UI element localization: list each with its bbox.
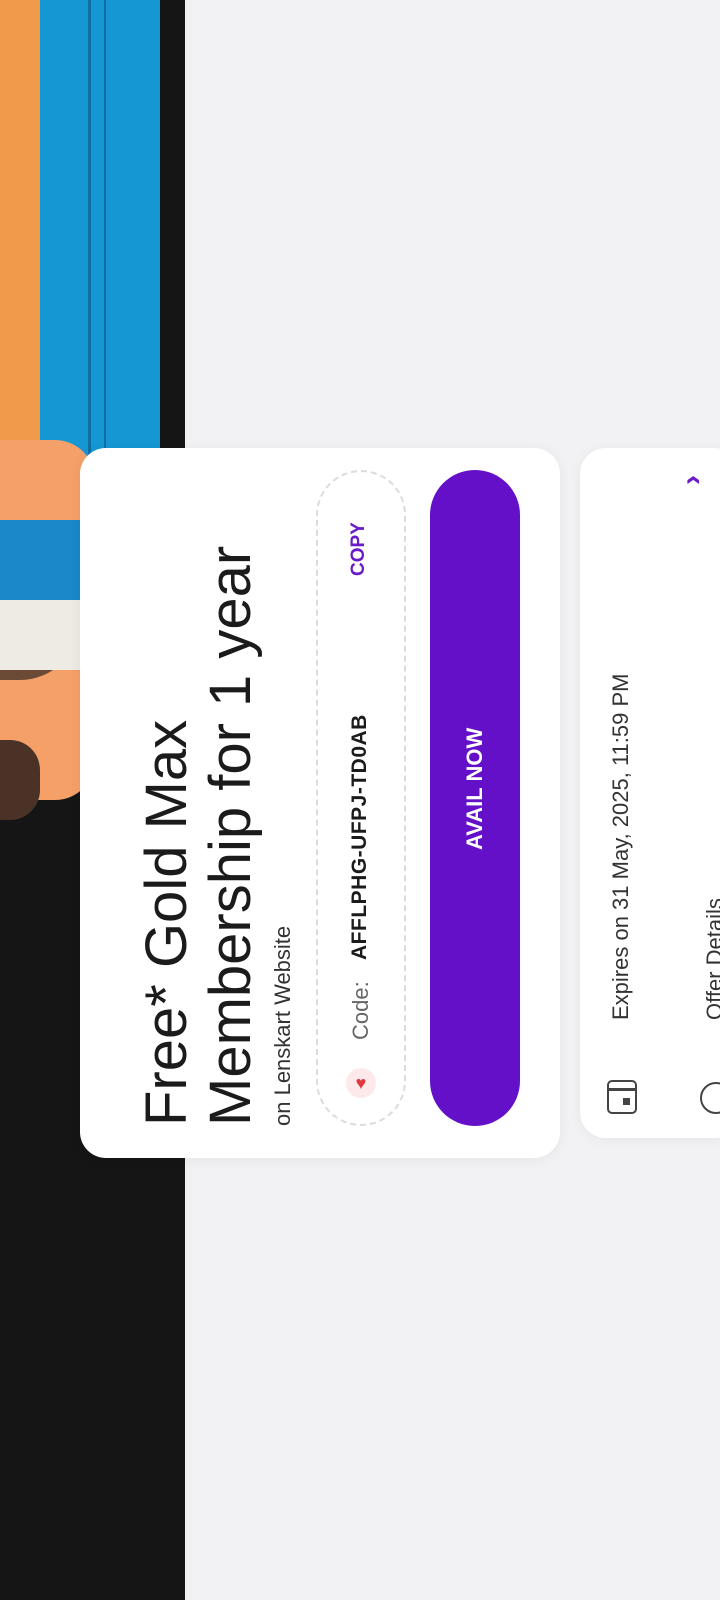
- info-icon: [700, 1082, 720, 1114]
- coupon-code-box: ♥ Code: AFFLPHG-UFPJ-TD0AB COPY: [316, 470, 406, 1126]
- avail-now-label: AVAIL NOW: [462, 727, 487, 850]
- expiry-text: Expires on 31 May, 2025, 11:59 PM: [608, 673, 633, 1021]
- avail-now-button[interactable]: AVAIL NOW: [430, 470, 520, 1126]
- code-label: Code:: [348, 981, 373, 1040]
- details-card: Expires on 31 May, 2025, 11:59 PM Offer …: [580, 448, 720, 1138]
- offer-details-link[interactable]: Offer Details: [702, 898, 720, 1020]
- calendar-icon: [607, 1080, 637, 1114]
- offer-subtitle: on Lenskart Website: [270, 925, 295, 1126]
- offer-title-line2: Membership for 1 year: [198, 545, 263, 1126]
- copy-button[interactable]: COPY: [348, 522, 370, 576]
- chevron-icon[interactable]: ›: [675, 468, 708, 492]
- offer-card: Free* Gold Max Membership for 1 year on …: [80, 448, 560, 1158]
- code-value: AFFLPHG-UFPJ-TD0AB: [348, 714, 371, 960]
- heart-icon: ♥: [346, 1068, 376, 1098]
- offer-title-line1: Free* Gold Max: [134, 719, 199, 1126]
